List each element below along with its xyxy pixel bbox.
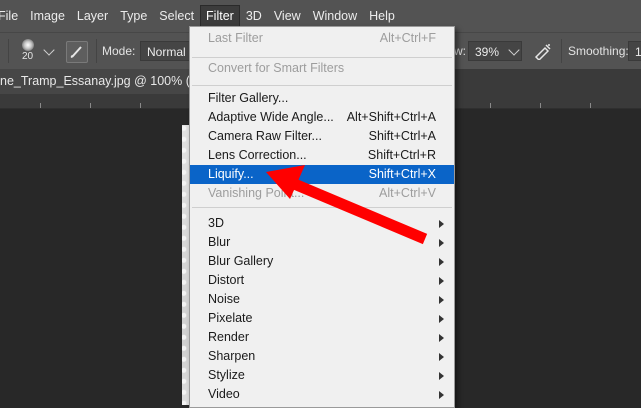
options-divider — [96, 39, 97, 63]
flow-value: 39% — [475, 45, 500, 59]
brush-preset-icon[interactable] — [22, 39, 34, 51]
brush-size-readout: 20 — [22, 51, 34, 62]
brush-settings-panel-icon[interactable] — [66, 41, 88, 63]
submenu-arrow-icon — [439, 372, 444, 380]
submenu-arrow-icon — [439, 258, 444, 266]
menu-item-adaptive-wide-angle[interactable]: Adaptive Wide Angle... Alt+Shift+Ctrl+A — [190, 108, 454, 127]
menu-separator — [192, 207, 452, 208]
options-divider — [561, 39, 562, 63]
menu-select[interactable]: Select — [153, 5, 200, 27]
menu-image[interactable]: Image — [24, 5, 71, 27]
submenu-arrow-icon — [439, 315, 444, 323]
menu-item-camera-raw-filter[interactable]: Camera Raw Filter... Shift+Ctrl+A — [190, 127, 454, 146]
menu-item-video[interactable]: Video — [190, 385, 454, 404]
menu-layer[interactable]: Layer — [71, 5, 114, 27]
filter-menu-dropdown: Last Filter Alt+Ctrl+F Convert for Smart… — [189, 26, 455, 408]
menu-item-noise[interactable]: Noise — [190, 290, 454, 309]
menu-item-pixelate[interactable]: Pixelate — [190, 309, 454, 328]
submenu-arrow-icon — [439, 277, 444, 285]
document-tab-title: ne_Tramp_Essanay.jpg @ 100% (Lay — [0, 74, 211, 88]
menu-item-3d[interactable]: 3D — [190, 214, 454, 233]
menu-item-blur[interactable]: Blur — [190, 233, 454, 252]
mode-label: Mode: — [102, 44, 136, 58]
menu-item-sharpen[interactable]: Sharpen — [190, 347, 454, 366]
menu-3d[interactable]: 3D — [240, 5, 268, 27]
menu-file[interactable]: File — [0, 5, 24, 27]
menu-item-distort[interactable]: Distort — [190, 271, 454, 290]
smoothing-label: Smoothing: — [568, 44, 629, 58]
menu-item-vanishing-point[interactable]: Vanishing Point... Alt+Ctrl+V — [190, 184, 454, 203]
smoothing-field[interactable]: 1 — [628, 41, 641, 61]
menu-item-render[interactable]: Render — [190, 328, 454, 347]
submenu-arrow-icon — [439, 391, 444, 399]
submenu-arrow-icon — [439, 220, 444, 228]
brush-preset-chevron-icon[interactable] — [43, 44, 55, 56]
menu-item-lens-correction[interactable]: Lens Correction... Shift+Ctrl+R — [190, 146, 454, 165]
menu-help[interactable]: Help — [363, 5, 401, 27]
menu-item-convert-smart-filters[interactable]: Convert for Smart Filters — [190, 59, 454, 78]
submenu-arrow-icon — [439, 296, 444, 304]
menu-item-last-filter[interactable]: Last Filter Alt+Ctrl+F — [190, 29, 454, 48]
menu-view[interactable]: View — [268, 5, 307, 27]
menu-filter[interactable]: Filter — [200, 5, 240, 27]
submenu-arrow-icon — [439, 353, 444, 361]
menu-window[interactable]: Window — [307, 5, 363, 27]
mode-select[interactable]: Normal — [140, 41, 190, 61]
submenu-arrow-icon — [439, 334, 444, 342]
airbrush-icon[interactable] — [533, 42, 553, 62]
menu-item-stylize[interactable]: Stylize — [190, 366, 454, 385]
menu-item-blur-gallery[interactable]: Blur Gallery — [190, 252, 454, 271]
menu-item-liquify[interactable]: Liquify... Shift+Ctrl+X — [190, 165, 454, 184]
flow-label: w: — [454, 44, 466, 58]
options-divider — [8, 39, 9, 63]
submenu-arrow-icon — [439, 239, 444, 247]
menu-separator — [192, 85, 452, 86]
menu-separator — [192, 57, 452, 58]
menu-type[interactable]: Type — [114, 5, 153, 27]
menu-item-filter-gallery[interactable]: Filter Gallery... — [190, 89, 454, 108]
